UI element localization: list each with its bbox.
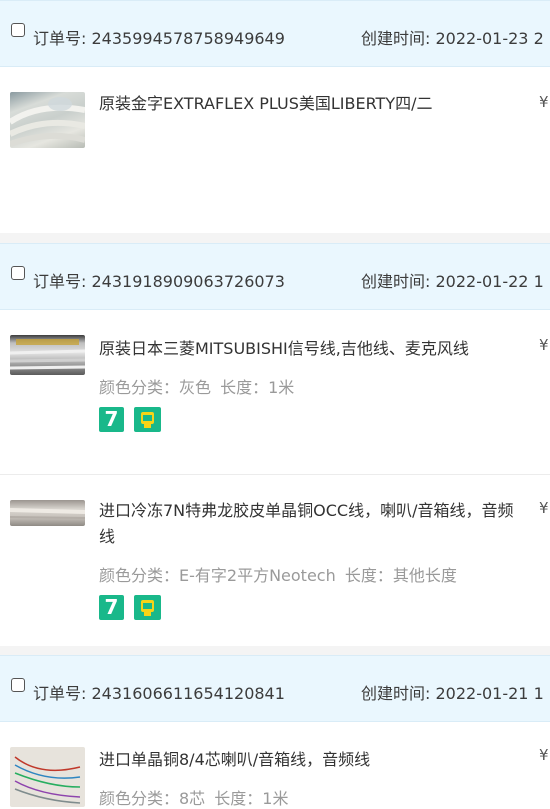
order-item[interactable]: 进口单晶铜8/4芯喇叭/音箱线，音频线 ¥ 颜色分类：8芯 长度：1米 [0, 722, 550, 808]
attr-color: 颜色分类：E-有字2平方Neotech [99, 566, 336, 585]
order-number-value: 2435994578758949649 [91, 29, 285, 48]
attr-length: 长度：其他长度 [344, 566, 457, 585]
created-time-value: 2022-01-21 1 [435, 684, 544, 703]
product-title[interactable]: 进口冷冻7N特弗龙胶皮单晶铜OCC线，喇叭/音箱线，音频线 [99, 498, 519, 550]
created-time: 创建时间: 2022-01-23 2 [361, 25, 544, 49]
product-thumbnail[interactable] [10, 335, 85, 375]
created-time-label: 创建时间: [361, 272, 431, 291]
seven-day-return-icon[interactable]: 7 [99, 407, 124, 432]
order-number-label: 订单号: [33, 272, 87, 291]
created-time-label: 创建时间: [361, 29, 431, 48]
seven-day-return-icon[interactable]: 7 [99, 595, 124, 620]
product-title[interactable]: 原装金字EXTRAFLEX PLUS美国LIBERTY四/二 [99, 91, 519, 117]
attr-length: 长度：1米 [220, 378, 295, 397]
order-number: 订单号: 2431918909063726073 [33, 268, 285, 292]
order-checkbox[interactable] [11, 23, 25, 37]
guarantee-shield-icon[interactable] [134, 407, 161, 432]
order-number-value: 2431918909063726073 [91, 272, 285, 291]
attr-color: 颜色分类：灰色 [99, 378, 212, 397]
product-title[interactable]: 进口单晶铜8/4芯喇叭/音箱线，音频线 [99, 747, 519, 773]
product-price: ¥ [539, 93, 549, 111]
cable-image [10, 97, 85, 147]
product-price: ¥ [539, 746, 549, 764]
created-time: 创建时间: 2022-01-22 1 [361, 268, 544, 292]
shield-icon [141, 600, 154, 616]
order-separator [0, 233, 550, 243]
cable-image [14, 756, 81, 804]
shield-icon [141, 412, 154, 428]
created-time-label: 创建时间: [361, 684, 431, 703]
product-price: ¥ [539, 336, 549, 354]
product-title[interactable]: 原装日本三菱MITSUBISHI信号线,吉他线、麦克风线 [99, 336, 519, 362]
attr-color: 颜色分类：8芯 [99, 789, 206, 808]
product-thumbnail[interactable] [10, 92, 85, 148]
order-number: 订单号: 2431606611654120841 [33, 680, 285, 704]
created-time-value: 2022-01-23 2 [435, 29, 544, 48]
order-item[interactable]: 进口冷冻7N特弗龙胶皮单晶铜OCC线，喇叭/音箱线，音频线 ¥ 颜色分类：E-有… [0, 475, 550, 646]
order-header: 订单号: 2435994578758949649 创建时间: 2022-01-2… [0, 0, 550, 67]
product-attributes: 颜色分类：E-有字2平方Neotech 长度：其他长度 [99, 562, 461, 586]
product-attributes: 颜色分类：灰色 长度：1米 [99, 374, 298, 398]
order-number: 订单号: 2435994578758949649 [33, 25, 285, 49]
product-thumbnail[interactable] [10, 747, 85, 807]
order-number-label: 订单号: [33, 29, 87, 48]
order-number-value: 2431606611654120841 [91, 684, 285, 703]
product-attributes: 颜色分类：8芯 长度：1米 [99, 785, 292, 809]
cable-image [10, 508, 85, 519]
guarantee-shield-icon[interactable] [134, 595, 161, 620]
order-item[interactable]: 原装金字EXTRAFLEX PLUS美国LIBERTY四/二 ¥ [0, 67, 550, 233]
product-thumbnail[interactable] [10, 500, 85, 526]
cable-image [10, 339, 85, 370]
product-price: ¥ [539, 499, 549, 517]
order-checkbox[interactable] [11, 266, 25, 280]
order-checkbox[interactable] [11, 678, 25, 692]
attr-length: 长度：1米 [214, 789, 289, 808]
order-item[interactable]: 原装日本三菱MITSUBISHI信号线,吉他线、麦克风线 ¥ 颜色分类：灰色 长… [0, 310, 550, 474]
order-header: 订单号: 2431918909063726073 创建时间: 2022-01-2… [0, 243, 550, 310]
order-separator [0, 646, 550, 655]
created-time-value: 2022-01-22 1 [435, 272, 544, 291]
order-number-label: 订单号: [33, 684, 87, 703]
created-time: 创建时间: 2022-01-21 1 [361, 680, 544, 704]
order-header: 订单号: 2431606611654120841 创建时间: 2022-01-2… [0, 655, 550, 722]
